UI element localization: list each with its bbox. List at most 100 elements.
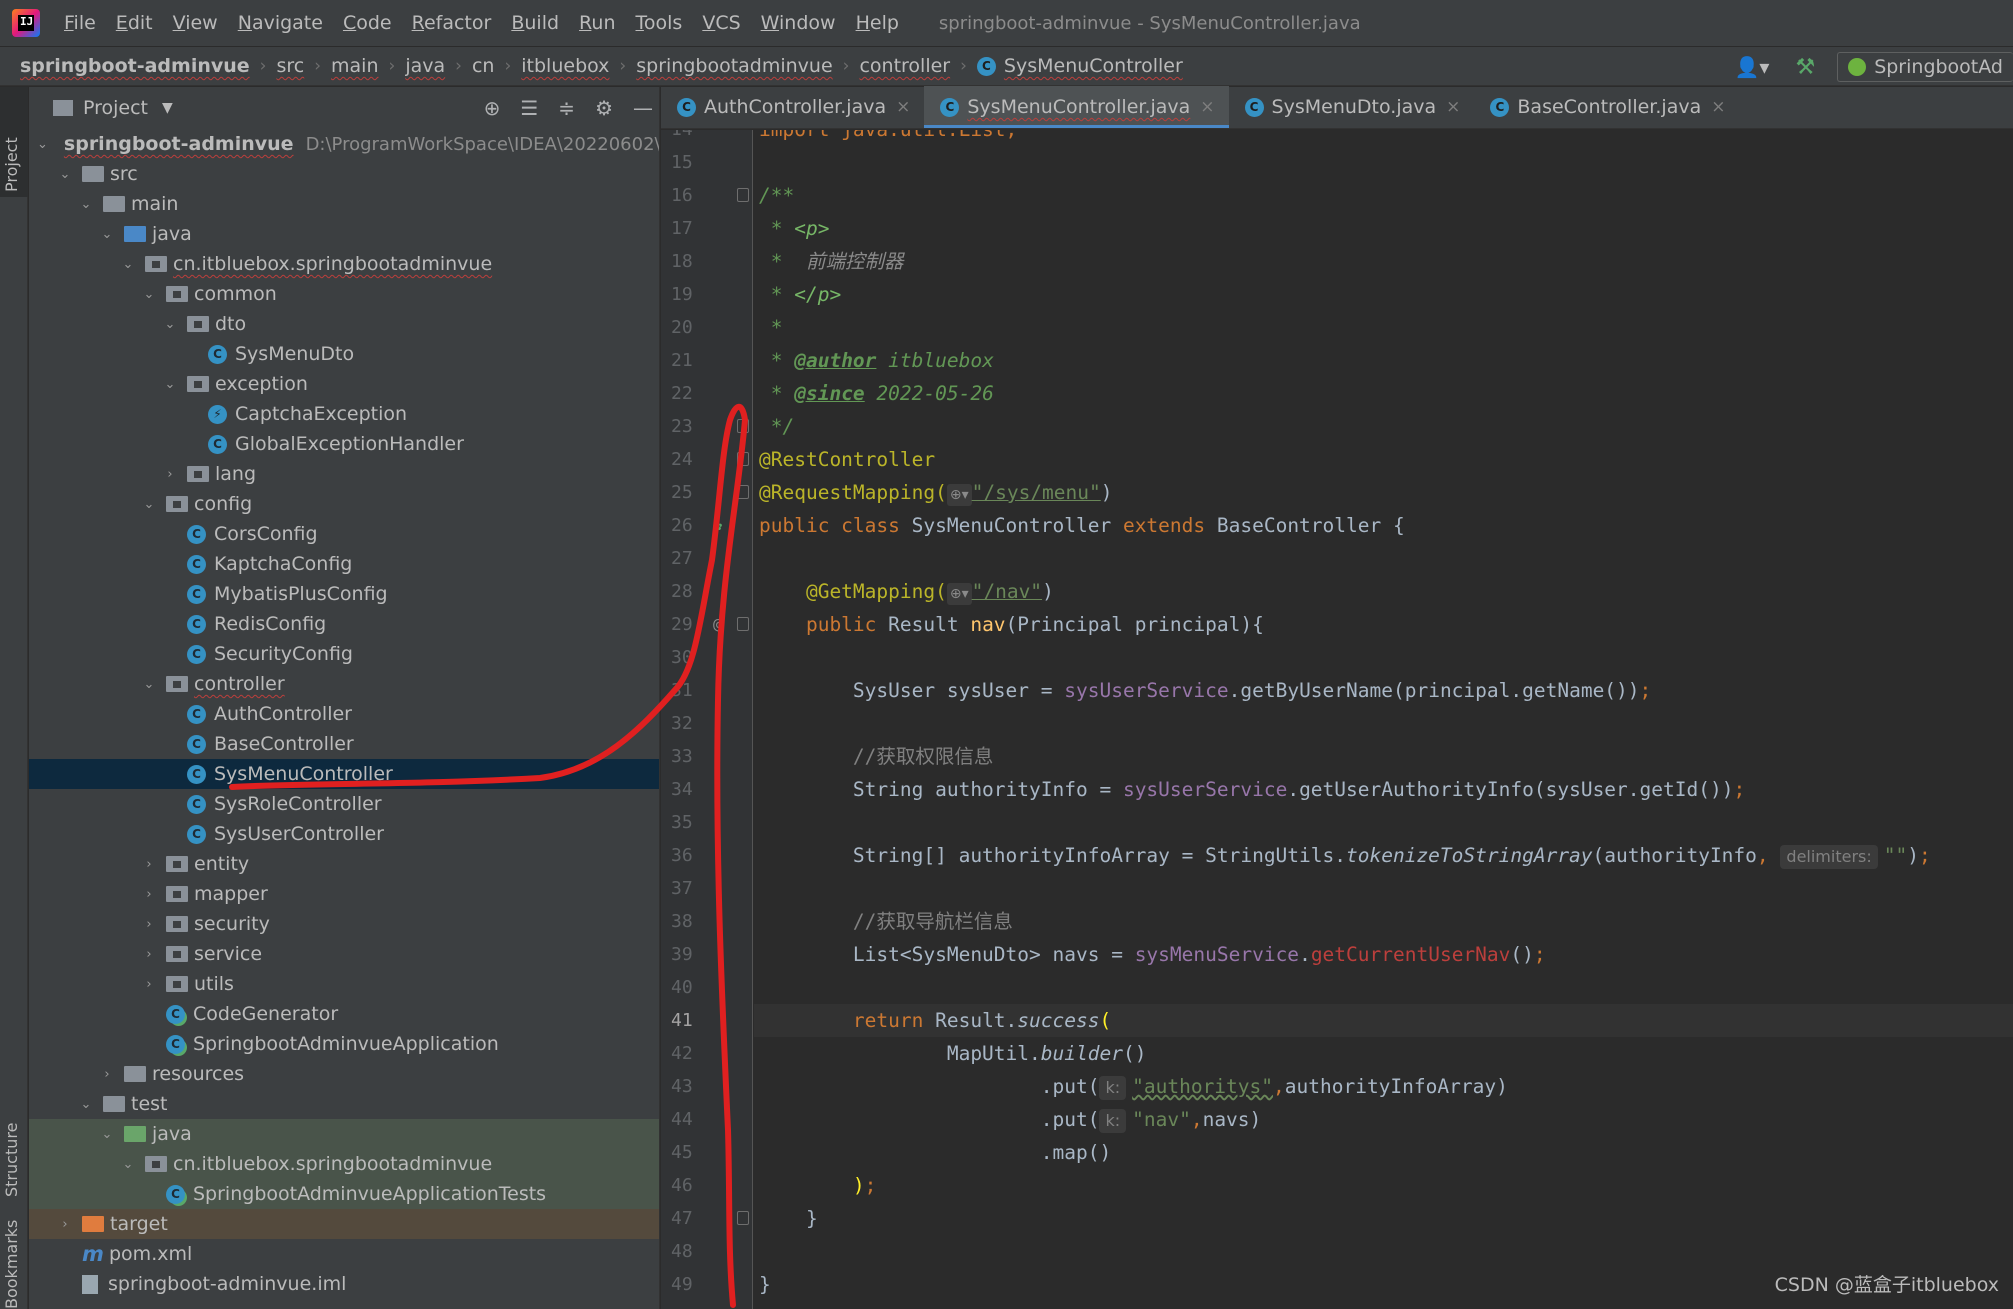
tree-item-sysmenucontroller[interactable]: C SysMenuController bbox=[29, 759, 659, 789]
tree-item-basecontroller[interactable]: C BaseController bbox=[29, 729, 659, 759]
tree-item-sysrolecontroller[interactable]: C SysRoleController bbox=[29, 789, 659, 819]
chevron-down-icon[interactable]: ⌄ bbox=[121, 257, 135, 272]
menu-window[interactable]: Window bbox=[751, 12, 846, 34]
tree-item-sysmenudto[interactable]: C SysMenuDto bbox=[29, 339, 659, 369]
tree-item-java[interactable]: ⌄ java bbox=[29, 219, 659, 249]
chevron-down-icon[interactable]: ⌄ bbox=[79, 197, 93, 212]
tree-item-test[interactable]: ⌄ test bbox=[29, 1089, 659, 1119]
user-icon[interactable]: 👤▾ bbox=[1735, 55, 1770, 79]
menu-edit[interactable]: Edit bbox=[106, 12, 163, 34]
chevron-down-icon[interactable]: ⌄ bbox=[142, 287, 156, 302]
tree-item-sysusercontroller[interactable]: C SysUserController bbox=[29, 819, 659, 849]
tree-item-target[interactable]: › target bbox=[29, 1209, 659, 1239]
tree-item-applicationtests[interactable]: C SpringbootAdminvueApplicationTests bbox=[29, 1179, 659, 1209]
chevron-right-icon[interactable]: › bbox=[142, 917, 156, 932]
breadcrumb-main[interactable]: main bbox=[331, 55, 378, 77]
code-editor[interactable]: import java.util.List; /** * <p> * 前端控制器… bbox=[754, 130, 2013, 1309]
tree-item-pom[interactable]: m pom.xml bbox=[29, 1239, 659, 1269]
collapse-all-icon[interactable]: ≑ bbox=[558, 96, 575, 120]
tree-item-codegenerator[interactable]: C CodeGenerator bbox=[29, 999, 659, 1029]
gear-icon[interactable]: ⚙ bbox=[595, 96, 613, 120]
chevron-down-icon[interactable]: ⌄ bbox=[100, 227, 114, 242]
menu-run[interactable]: Run bbox=[569, 12, 625, 34]
tree-item-utils[interactable]: › utils bbox=[29, 969, 659, 999]
chevron-down-icon[interactable]: ⌄ bbox=[79, 1097, 93, 1112]
close-icon[interactable]: × bbox=[1711, 97, 1725, 117]
globe-icon[interactable]: ⊕▾ bbox=[946, 583, 972, 605]
close-icon[interactable]: × bbox=[1200, 97, 1214, 117]
tree-item-common[interactable]: ⌄ common bbox=[29, 279, 659, 309]
tree-item-entity[interactable]: › entity bbox=[29, 849, 659, 879]
project-tool-tab-label[interactable]: Project bbox=[2, 137, 21, 192]
spring-bean-icon[interactable]: ✿ bbox=[713, 509, 722, 542]
chevron-down-icon[interactable]: ⌄ bbox=[100, 1127, 114, 1142]
breadcrumb-cn[interactable]: cn bbox=[472, 55, 495, 77]
close-icon[interactable]: × bbox=[1446, 97, 1460, 117]
breadcrumb-project[interactable]: springboot-adminvue bbox=[20, 55, 250, 77]
menu-vcs[interactable]: VCS bbox=[692, 12, 750, 34]
tree-item-service[interactable]: › service bbox=[29, 939, 659, 969]
chevron-right-icon[interactable]: › bbox=[142, 887, 156, 902]
menu-tools[interactable]: Tools bbox=[626, 12, 693, 34]
fold-icon[interactable] bbox=[737, 485, 749, 499]
chevron-right-icon[interactable]: › bbox=[142, 857, 156, 872]
tree-item-mapper[interactable]: › mapper bbox=[29, 879, 659, 909]
locate-icon[interactable]: ⊕ bbox=[484, 96, 501, 120]
expand-all-icon[interactable]: ☰ bbox=[520, 96, 538, 120]
tree-item-kaptchaconfig[interactable]: C KaptchaConfig bbox=[29, 549, 659, 579]
chevron-down-icon[interactable]: ⌄ bbox=[37, 137, 48, 152]
tree-item-resources[interactable]: › resources bbox=[29, 1059, 659, 1089]
chevron-down-icon[interactable]: ⌄ bbox=[121, 1157, 135, 1172]
tab-sysmenudto[interactable]: C SysMenuDto.java × bbox=[1229, 86, 1475, 128]
build-hammer-icon[interactable]: ⚒ bbox=[1795, 55, 1815, 80]
tree-item-test-java[interactable]: ⌄ java bbox=[29, 1119, 659, 1149]
chevron-right-icon[interactable]: › bbox=[163, 467, 177, 482]
tab-sysmenucontroller[interactable]: C SysMenuController.java × bbox=[924, 86, 1229, 128]
chevron-right-icon[interactable]: › bbox=[58, 1217, 72, 1232]
menu-view[interactable]: View bbox=[163, 12, 228, 34]
tree-item-securityconfig[interactable]: C SecurityConfig bbox=[29, 639, 659, 669]
fold-icon[interactable] bbox=[737, 419, 749, 433]
chevron-down-icon[interactable]: ⌄ bbox=[142, 497, 156, 512]
chevron-right-icon[interactable]: › bbox=[100, 1067, 114, 1082]
tree-item-globalexceptionhandler[interactable]: C GlobalExceptionHandler bbox=[29, 429, 659, 459]
tree-item-security[interactable]: › security bbox=[29, 909, 659, 939]
tree-item-redisconfig[interactable]: C RedisConfig bbox=[29, 609, 659, 639]
chevron-down-icon[interactable]: ⌄ bbox=[142, 677, 156, 692]
tree-item-main[interactable]: ⌄ main bbox=[29, 189, 659, 219]
tree-item-test-package[interactable]: ⌄ cn.itbluebox.springbootadminvue bbox=[29, 1149, 659, 1179]
chevron-right-icon[interactable]: › bbox=[142, 947, 156, 962]
breadcrumb-springbootadminvue[interactable]: springbootadminvue bbox=[636, 55, 832, 77]
menu-help[interactable]: Help bbox=[846, 12, 909, 34]
breadcrumb-sysmenucontroller[interactable]: SysMenuController bbox=[1004, 55, 1183, 77]
tree-item-package[interactable]: ⌄ cn.itbluebox.springbootadminvue bbox=[29, 249, 659, 279]
bookmarks-tool-tab[interactable]: Bookmarks bbox=[2, 1220, 21, 1309]
fold-icon[interactable] bbox=[737, 617, 749, 631]
hide-icon[interactable]: — bbox=[633, 96, 653, 120]
structure-tool-tab[interactable]: Structure bbox=[2, 1123, 21, 1197]
tree-item-controller[interactable]: ⌄ controller bbox=[29, 669, 659, 699]
fold-icon[interactable] bbox=[737, 452, 749, 466]
breadcrumb-java[interactable]: java bbox=[405, 55, 445, 77]
menu-refactor[interactable]: Refactor bbox=[402, 12, 502, 34]
tree-item-iml[interactable]: springboot-adminvue.iml bbox=[29, 1269, 659, 1299]
chevron-down-icon[interactable]: ⌄ bbox=[58, 167, 72, 182]
tree-item-exception[interactable]: ⌄ exception bbox=[29, 369, 659, 399]
chevron-down-icon[interactable]: ⌄ bbox=[163, 377, 177, 392]
breadcrumb-src[interactable]: src bbox=[276, 55, 304, 77]
breadcrumb-controller[interactable]: controller bbox=[859, 55, 950, 77]
tree-item-config[interactable]: ⌄ config bbox=[29, 489, 659, 519]
editor-gutter[interactable]: 14 15 16 17 18 19 20 21 22 23 24 25 26✿ … bbox=[661, 130, 753, 1309]
tab-basecontroller[interactable]: C BaseController.java × bbox=[1474, 86, 1739, 128]
tree-item-authcontroller[interactable]: C AuthController bbox=[29, 699, 659, 729]
breadcrumb-itbluebox[interactable]: itbluebox bbox=[521, 55, 609, 77]
tree-item-src[interactable]: ⌄ src bbox=[29, 159, 659, 189]
menu-file[interactable]: File bbox=[54, 12, 106, 34]
fold-icon[interactable] bbox=[737, 188, 749, 202]
tab-authcontroller[interactable]: C AuthController.java × bbox=[661, 86, 924, 128]
fold-icon[interactable] bbox=[737, 1211, 749, 1225]
menu-code[interactable]: Code bbox=[333, 12, 402, 34]
web-endpoint-icon[interactable]: @ bbox=[713, 608, 722, 641]
menu-build[interactable]: Build bbox=[501, 12, 569, 34]
tree-item-mybatisplusconfig[interactable]: C MybatisPlusConfig bbox=[29, 579, 659, 609]
